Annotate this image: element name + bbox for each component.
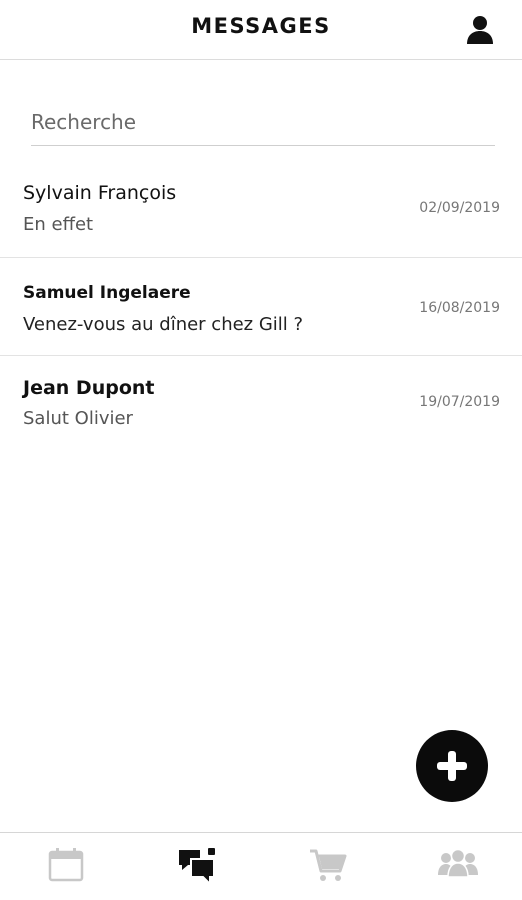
conversation-item[interactable]: Sylvain François En effet 02/09/2019 — [0, 160, 522, 258]
search-input[interactable] — [31, 100, 495, 144]
conversation-name: Sylvain François — [23, 182, 177, 204]
conversation-item[interactable]: Samuel Ingelaere Venez-vous au dîner che… — [0, 258, 522, 356]
conversation-preview: Venez-vous au dîner chez Gill ? — [23, 314, 304, 335]
profile-button[interactable] — [464, 13, 496, 45]
nav-groups[interactable] — [436, 847, 480, 887]
nav-messages[interactable] — [175, 847, 219, 887]
conversation-preview: En effet — [23, 214, 94, 235]
search-field[interactable] — [31, 100, 495, 146]
bottom-nav — [0, 832, 522, 900]
conversation-date: 19/07/2019 — [419, 394, 500, 410]
page-title: MESSAGES — [191, 14, 331, 38]
new-message-button[interactable] — [416, 730, 488, 802]
plus-icon — [437, 751, 467, 781]
conversation-date: 16/08/2019 — [419, 300, 500, 316]
conversation-preview: Salut Olivier — [23, 408, 133, 429]
chat-icon — [179, 848, 215, 887]
cart-icon — [310, 849, 347, 881]
conversation-item[interactable]: Jean Dupont Salut Olivier 19/07/2019 — [0, 356, 522, 454]
conversation-name: Jean Dupont — [23, 377, 155, 399]
nav-cart[interactable] — [306, 847, 350, 887]
conversation-name: Samuel Ingelaere — [23, 283, 191, 303]
nav-calendar[interactable] — [44, 847, 88, 887]
user-icon — [467, 16, 493, 44]
conversation-date: 02/09/2019 — [419, 200, 500, 216]
group-icon — [438, 848, 478, 878]
calendar-icon — [48, 848, 84, 882]
app-header: MESSAGES — [0, 0, 522, 60]
